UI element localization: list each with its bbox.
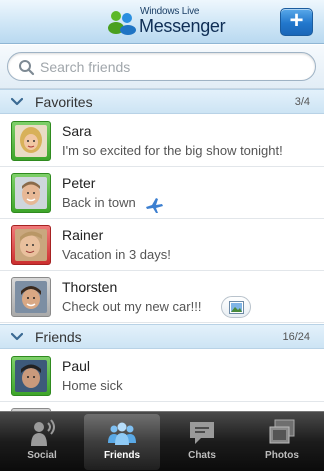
section-title: Favorites <box>35 94 93 110</box>
contact-status: Home sick <box>62 378 123 393</box>
contact-row-paul[interactable]: Paul Home sick <box>0 350 324 402</box>
contact-row-thorsten[interactable]: Thorsten Check out my new car!!! <box>0 271 324 323</box>
avatar <box>11 121 51 161</box>
search-bar <box>0 45 324 89</box>
section-count: 16/24 <box>282 331 310 343</box>
contact-name: Rainer <box>62 227 104 243</box>
tab-chats[interactable]: Chats <box>164 414 240 470</box>
tab-label: Friends <box>103 450 141 461</box>
photos-icon <box>269 419 295 444</box>
chevron-down-icon <box>11 332 23 341</box>
search-icon <box>19 60 35 76</box>
contact-name: Thorsten <box>62 279 118 295</box>
contact-status: Check out my new car!!! <box>62 299 202 314</box>
airplane-icon <box>146 198 163 213</box>
photo-attachment-button[interactable] <box>221 296 251 318</box>
chevron-down-icon <box>11 97 23 106</box>
tab-label: Chats <box>188 450 216 461</box>
friends-icon <box>108 422 136 445</box>
tab-social[interactable]: Social <box>4 414 80 470</box>
search-box[interactable] <box>7 52 316 81</box>
contact-status: Vacation in 3 days! <box>62 247 171 262</box>
friends-section-header[interactable]: Friends 16/24 <box>0 324 324 349</box>
contact-name: Peter <box>62 175 96 191</box>
section-title: Friends <box>35 329 82 345</box>
messenger-buddy-icon <box>108 11 136 35</box>
photo-thumbnail-icon <box>229 301 244 314</box>
contact-photo <box>15 125 47 157</box>
contact-name: Sara <box>62 123 92 139</box>
section-count: 3/4 <box>294 96 310 108</box>
contact-row-rainer[interactable]: Rainer Vacation in 3 days! <box>0 219 324 271</box>
social-icon <box>31 419 55 446</box>
contact-photo <box>15 229 47 261</box>
search-input[interactable] <box>40 56 300 78</box>
contact-row-sara[interactable]: Sara I'm so excited for the big show ton… <box>0 115 324 167</box>
contact-status: Back in town <box>62 195 136 210</box>
avatar <box>11 356 51 396</box>
avatar <box>11 277 51 317</box>
tab-bar: Social Friends Chats Photos <box>0 411 324 471</box>
tab-label: Social <box>27 450 57 461</box>
chat-bubble-icon <box>190 422 214 444</box>
contact-row-peter[interactable]: Peter Back in town <box>0 167 324 219</box>
avatar <box>11 225 51 265</box>
add-contact-button[interactable]: + <box>280 8 313 36</box>
logo-line2: Messenger <box>139 16 226 36</box>
contact-name: Paul <box>62 358 91 374</box>
messenger-logo: Windows Live Messenger <box>107 5 227 39</box>
tab-photos[interactable]: Photos <box>244 414 320 470</box>
tab-label: Photos <box>265 450 299 461</box>
contact-photo <box>15 177 47 209</box>
app-header: Windows Live Messenger + <box>0 0 324 44</box>
favorites-section-header[interactable]: Favorites 3/4 <box>0 89 324 114</box>
tab-friends[interactable]: Friends <box>84 414 160 470</box>
contact-row-partial[interactable] <box>0 402 324 417</box>
contact-status: I'm so excited for the big show tonight! <box>62 143 283 158</box>
contact-photo <box>15 360 47 392</box>
avatar <box>11 173 51 213</box>
contact-photo <box>15 281 47 313</box>
